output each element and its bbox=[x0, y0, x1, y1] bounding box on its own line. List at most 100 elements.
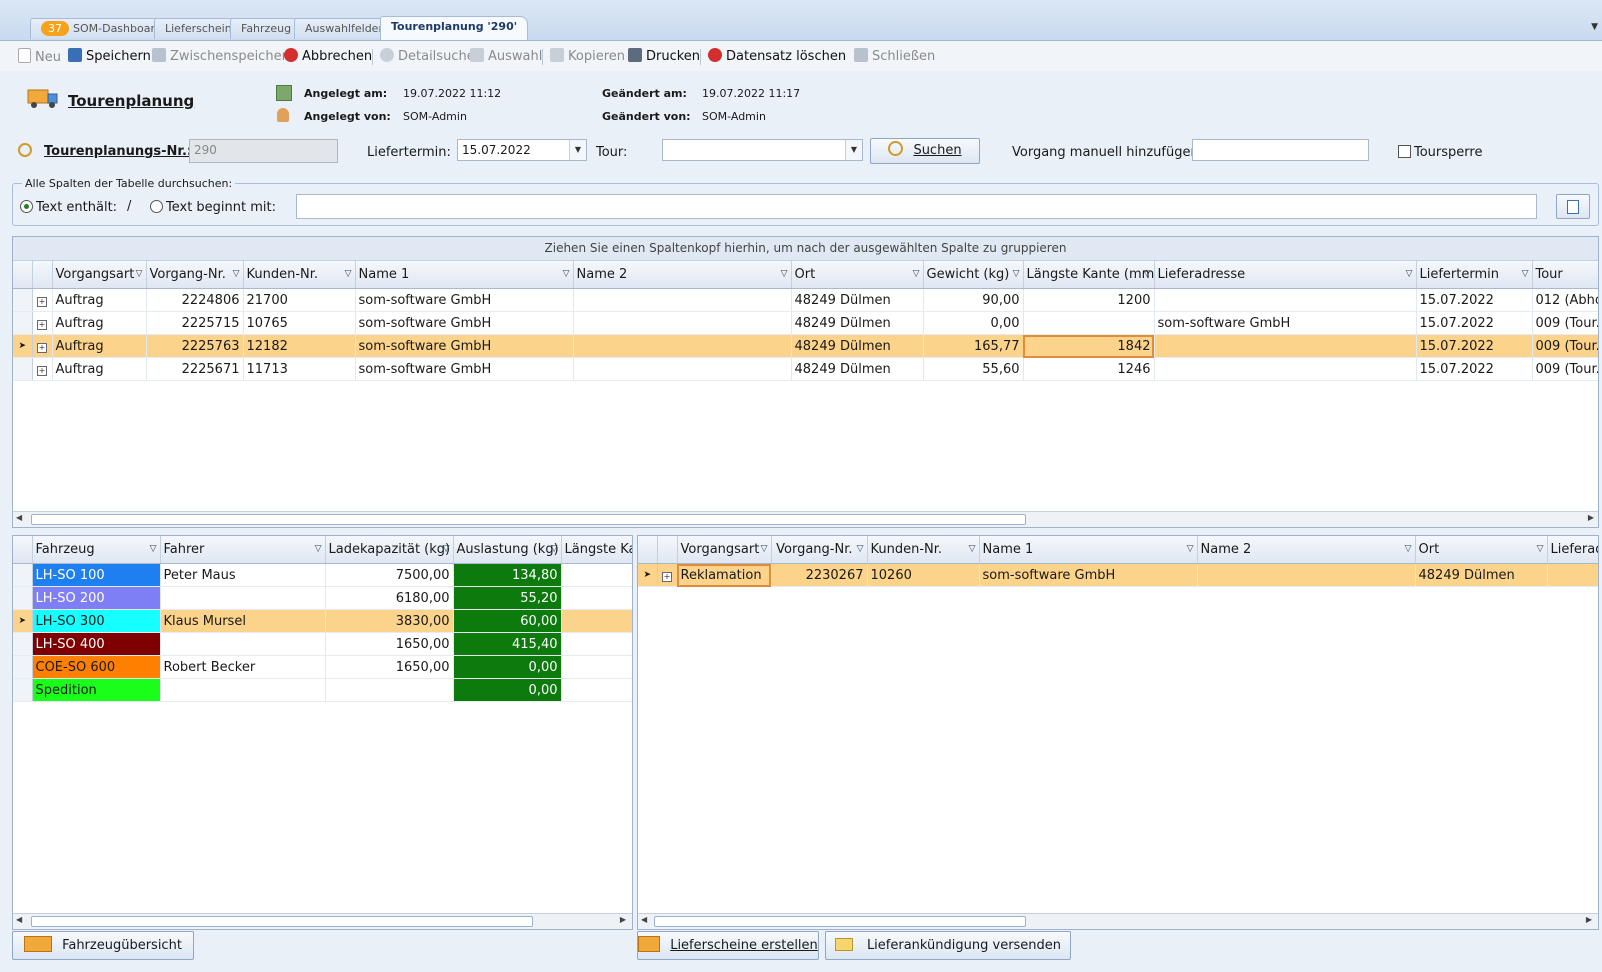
delete-record-button[interactable]: Datensatz löschen bbox=[708, 48, 846, 64]
filter-icon[interactable]: ▽ bbox=[1522, 269, 1529, 279]
filter-icon[interactable]: ▽ bbox=[1406, 269, 1413, 279]
col-name1[interactable]: Name 1 ▽ bbox=[355, 261, 574, 289]
scroll-left-icon[interactable]: ◀ bbox=[16, 915, 22, 924]
filter-icon[interactable]: ▽ bbox=[1144, 269, 1151, 279]
col-ladekapazitaet[interactable]: Ladekapazität (kg) ▽ bbox=[325, 536, 454, 564]
chevron-down-icon[interactable]: ▼ bbox=[569, 140, 586, 160]
copy-button[interactable]: Kopieren bbox=[550, 48, 625, 64]
tour-number-field[interactable]: 290 bbox=[189, 139, 338, 163]
scroll-left-icon[interactable]: ◀ bbox=[641, 915, 647, 924]
col-kunden-nr[interactable]: Kunden-Nr. ▽ bbox=[867, 536, 980, 564]
col-laengste-kante[interactable]: Längste Kante (mm) ▽ bbox=[1023, 261, 1155, 289]
col-ort[interactable]: Ort ▽ bbox=[1415, 536, 1548, 564]
filter-icon[interactable]: ▽ bbox=[781, 269, 788, 279]
scroll-right-icon[interactable]: ▶ bbox=[1586, 915, 1592, 924]
detail-search-button[interactable]: Detailsuche bbox=[380, 48, 475, 64]
table-row[interactable]: LH-SO 400 1650,00 415,40 bbox=[13, 632, 632, 656]
col-fahrzeug[interactable]: Fahrzeug ▽ bbox=[32, 536, 161, 564]
expand-toggle[interactable]: + bbox=[657, 563, 678, 587]
expand-toggle[interactable]: + bbox=[32, 311, 53, 335]
table-row-selected[interactable]: ➤ LH-SO 300 Klaus Mursel 3830,00 60,00 bbox=[13, 609, 632, 633]
filter-icon[interactable]: ▽ bbox=[1187, 544, 1194, 554]
group-by-panel[interactable]: Ziehen Sie einen Spaltenkopf hierhin, um… bbox=[13, 237, 1598, 261]
save-button[interactable]: Speichern bbox=[68, 48, 151, 64]
col-gewicht[interactable]: Gewicht (kg) ▽ bbox=[923, 261, 1024, 289]
table-row[interactable]: LH-SO 200 6180,00 55,20 bbox=[13, 586, 632, 610]
filter-icon[interactable]: ▽ bbox=[913, 269, 920, 279]
table-row[interactable]: + Auftrag 2224806 21700 som-software Gmb… bbox=[13, 288, 1598, 312]
horizontal-scrollbar[interactable]: ◀ ▶ bbox=[13, 511, 1598, 527]
filter-icon[interactable]: ▽ bbox=[136, 269, 143, 279]
filter-icon[interactable]: ▽ bbox=[345, 269, 352, 279]
table-row[interactable]: + Auftrag 2225671 11713 som-software Gmb… bbox=[13, 357, 1598, 381]
print-button[interactable]: Drucken bbox=[628, 48, 700, 64]
filter-icon[interactable]: ▽ bbox=[315, 544, 322, 554]
table-row-selected[interactable]: ➤ + Auftrag 2225763 12182 som-software G… bbox=[13, 334, 1598, 358]
col-fahrer[interactable]: Fahrer ▽ bbox=[160, 536, 326, 564]
filter-icon[interactable]: ▽ bbox=[857, 544, 864, 554]
cell-vorgangsart-focused[interactable]: Reklamation bbox=[677, 563, 772, 587]
table-search-input[interactable] bbox=[296, 194, 1537, 219]
create-delivery-notes-button[interactable]: Lieferscheine erstellen bbox=[637, 931, 819, 960]
col-name2[interactable]: Name 2 ▽ bbox=[1197, 536, 1416, 564]
scroll-right-icon[interactable]: ▶ bbox=[1588, 513, 1594, 522]
scroll-thumb[interactable] bbox=[31, 916, 533, 927]
col-name2[interactable]: Name 2 ▽ bbox=[573, 261, 792, 289]
col-liefertermin[interactable]: Liefertermin ▽ bbox=[1416, 261, 1533, 289]
table-row[interactable]: LH-SO 100 Peter Maus 7500,00 134,80 bbox=[13, 563, 632, 587]
filter-icon[interactable]: ▽ bbox=[1405, 544, 1412, 554]
filter-icon[interactable]: ▽ bbox=[233, 269, 240, 279]
col-ort[interactable]: Ort ▽ bbox=[791, 261, 924, 289]
cancel-button[interactable]: Abbrechen bbox=[284, 48, 372, 64]
vehicle-overview-button[interactable]: Fahrzeugübersicht bbox=[12, 931, 194, 960]
col-lieferadresse[interactable]: Lieferadresse ▽ bbox=[1154, 261, 1417, 289]
col-tour[interactable]: Tour bbox=[1532, 261, 1598, 289]
filter-icon[interactable]: ▽ bbox=[1013, 269, 1020, 279]
filter-icon[interactable]: ▽ bbox=[443, 544, 450, 554]
new-button[interactable]: Neu bbox=[18, 48, 61, 65]
col-vorgang-nr[interactable]: Vorgang-Nr. ▽ bbox=[146, 261, 244, 289]
text-contains-radio[interactable]: Text enthält: bbox=[20, 200, 117, 215]
table-row[interactable]: + Auftrag 2225715 10765 som-software Gmb… bbox=[13, 311, 1598, 335]
filter-icon[interactable]: ▽ bbox=[551, 544, 558, 554]
tab-fahrzeug[interactable]: Fahrzeug bbox=[230, 18, 303, 39]
table-row[interactable]: Spedition 0,00 bbox=[13, 678, 632, 702]
intermediate-save-button[interactable]: Zwischenspeichern bbox=[152, 48, 295, 64]
table-row[interactable]: COE-SO 600 Robert Becker 1650,00 0,00 bbox=[13, 655, 632, 679]
horizontal-scrollbar[interactable]: ◀ ▶ bbox=[13, 913, 632, 929]
search-button[interactable]: Suchen bbox=[870, 138, 980, 164]
tour-select[interactable]: ▼ bbox=[662, 139, 863, 161]
scroll-left-icon[interactable]: ◀ bbox=[16, 513, 22, 522]
col-auslastung[interactable]: Auslastung (kg) ▽ bbox=[453, 536, 562, 564]
text-starts-radio[interactable]: Text beginnt mit: bbox=[150, 200, 276, 215]
close-button[interactable]: Schließen bbox=[854, 48, 935, 64]
col-kunden-nr[interactable]: Kunden-Nr. ▽ bbox=[243, 261, 356, 289]
search-options-button[interactable] bbox=[1556, 194, 1590, 219]
horizontal-scrollbar[interactable]: ◀ ▶ bbox=[638, 913, 1598, 929]
cell-laengste-kante-focused[interactable]: 1842 bbox=[1023, 334, 1155, 358]
filter-icon[interactable]: ▽ bbox=[761, 544, 768, 554]
chevron-down-icon[interactable]: ▼ bbox=[845, 140, 862, 160]
scroll-right-icon[interactable]: ▶ bbox=[620, 915, 626, 924]
send-delivery-notice-button[interactable]: Lieferankündigung versenden bbox=[825, 931, 1071, 960]
expand-toggle[interactable]: + bbox=[32, 357, 53, 381]
filter-icon[interactable]: ▽ bbox=[1537, 544, 1544, 554]
col-name1[interactable]: Name 1 ▽ bbox=[979, 536, 1198, 564]
tab-tourenplanung[interactable]: Tourenplanung '290' bbox=[380, 16, 529, 40]
delivery-date-picker[interactable]: 15.07.2022 ▼ bbox=[457, 139, 587, 161]
tour-lock-checkbox[interactable]: Toursperre bbox=[1398, 145, 1482, 160]
tab-som-dashboard[interactable]: 37 SOM-Dashboard bbox=[30, 18, 173, 39]
col-vorgangsart[interactable]: Vorgangsart ▽ bbox=[677, 536, 772, 564]
tab-list-dropdown-icon[interactable]: ▼ bbox=[1591, 22, 1598, 32]
filter-icon[interactable]: ▽ bbox=[969, 544, 976, 554]
col-laengste-kante[interactable]: Längste Ka bbox=[561, 536, 632, 564]
scroll-thumb[interactable] bbox=[31, 514, 1026, 525]
filter-icon[interactable]: ▽ bbox=[563, 269, 570, 279]
table-row-selected[interactable]: ➤ + Reklamation 2230267 10260 som-softwa… bbox=[638, 563, 1598, 587]
col-vorgang-nr[interactable]: Vorgang-Nr. ▽ bbox=[771, 536, 868, 564]
tab-auswahlfelder[interactable]: Auswahlfelder bbox=[294, 18, 394, 39]
scroll-thumb[interactable] bbox=[654, 916, 1026, 927]
expand-toggle[interactable]: + bbox=[32, 334, 53, 358]
expand-toggle[interactable]: + bbox=[32, 288, 53, 312]
add-transaction-input[interactable] bbox=[1192, 139, 1369, 161]
